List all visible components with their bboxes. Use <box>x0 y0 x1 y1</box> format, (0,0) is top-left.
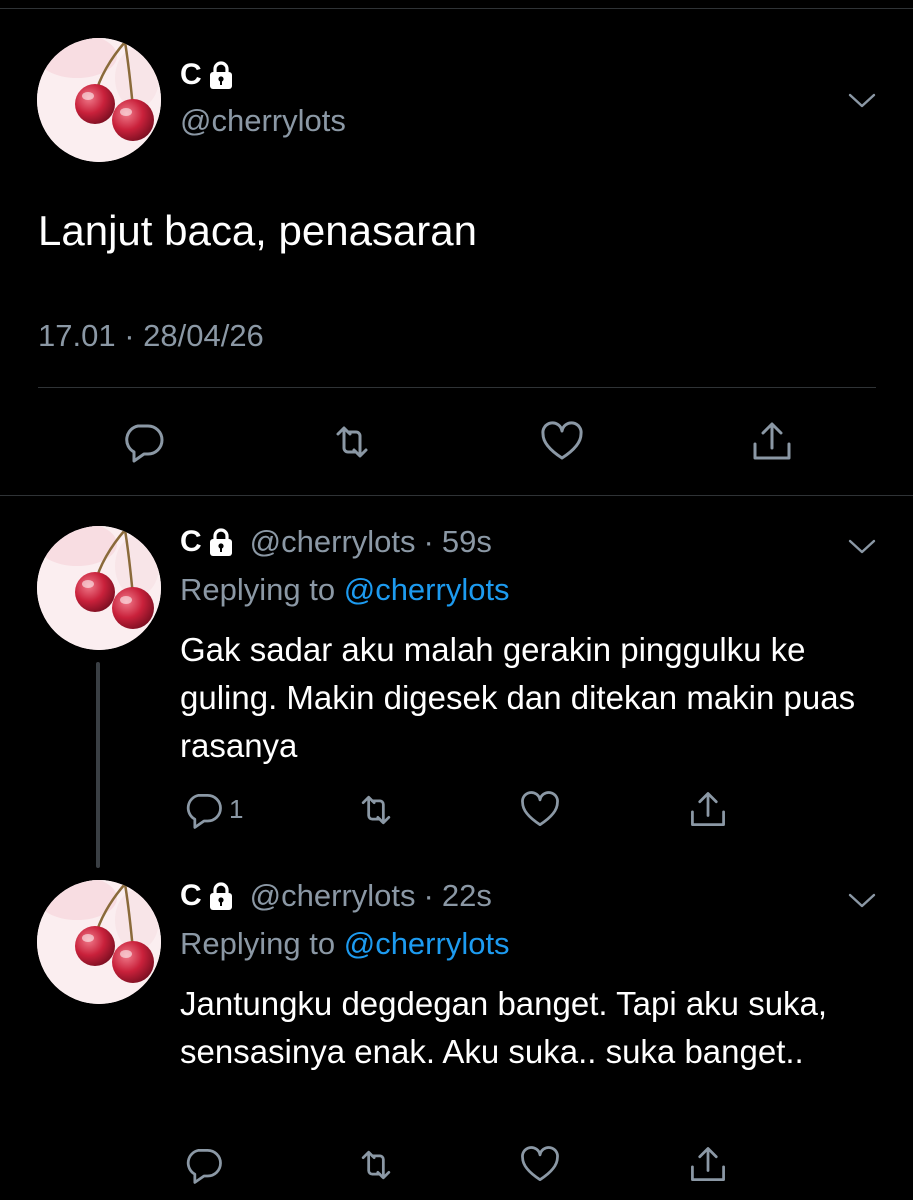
thread-line <box>96 662 100 868</box>
lock-icon <box>208 60 234 90</box>
divider <box>38 387 876 388</box>
replying-to: Replying to @cherrylots <box>180 926 510 962</box>
author-name-row: C <box>180 58 234 92</box>
chevron-down-icon[interactable] <box>847 892 877 910</box>
reply-count: 1 <box>229 794 244 824</box>
avatar[interactable] <box>37 880 161 1004</box>
like-icon[interactable] <box>538 418 586 466</box>
chevron-down-icon[interactable] <box>847 538 877 556</box>
author-handle[interactable]: @cherrylots <box>180 103 346 139</box>
replying-to-label: Replying to <box>180 572 336 607</box>
retweet-icon[interactable] <box>328 418 376 466</box>
retweet-icon[interactable] <box>354 788 398 832</box>
reply-header: C @cherrylots · 59s <box>180 524 492 560</box>
lock-icon <box>208 527 234 557</box>
share-icon[interactable] <box>686 1143 730 1187</box>
replying-to-mention[interactable]: @cherrylots <box>344 926 510 961</box>
display-name[interactable]: C <box>180 525 202 559</box>
reply-icon[interactable] <box>182 1143 226 1187</box>
display-name[interactable]: C <box>180 58 202 92</box>
chevron-down-icon[interactable] <box>847 92 877 110</box>
tweet-text: Jantungku degdegan banget. Tapi aku suka… <box>180 985 828 1070</box>
share-icon[interactable] <box>748 418 796 466</box>
tweet-text: Gak sadar aku malah gerakin pinggulku ke… <box>180 631 856 764</box>
reply-tweet[interactable]: C @cherrylots · 22s Replying to @cherryl… <box>0 878 913 1200</box>
reply-icon[interactable] <box>182 788 226 832</box>
reply-header: C @cherrylots · 22s <box>180 878 492 914</box>
share-icon[interactable] <box>686 788 730 832</box>
separator: · <box>423 524 434 559</box>
avatar[interactable] <box>37 38 161 162</box>
reply-icon[interactable] <box>120 418 168 466</box>
cherries-avatar-icon <box>37 38 161 162</box>
display-name[interactable]: C <box>180 879 202 913</box>
main-tweet: C @cherrylots Lanjut baca, penasaran 17.… <box>0 0 913 495</box>
replying-to-label: Replying to <box>180 926 336 961</box>
tweet-time[interactable]: 59s <box>442 524 492 560</box>
avatar[interactable] <box>37 526 161 650</box>
author-handle[interactable]: @cherrylots <box>250 878 416 914</box>
tweet-timestamp: 17.01 · 28/04/26 <box>38 318 264 353</box>
author-handle[interactable]: @cherrylots <box>250 524 416 560</box>
like-icon[interactable] <box>518 788 562 832</box>
reply-tweet[interactable]: C @cherrylots · 59s Replying to @cherryl… <box>0 524 913 856</box>
replying-to: Replying to @cherrylots <box>180 572 510 608</box>
replying-to-mention[interactable]: @cherrylots <box>344 572 510 607</box>
tweet-text: Lanjut baca, penasaran <box>38 207 478 254</box>
divider <box>0 495 913 496</box>
cherries-avatar-icon <box>37 880 161 1004</box>
like-icon[interactable] <box>518 1143 562 1187</box>
cherries-avatar-icon <box>37 526 161 650</box>
tweet-time[interactable]: 22s <box>442 878 492 914</box>
separator: · <box>423 878 434 913</box>
retweet-icon[interactable] <box>354 1143 398 1187</box>
lock-icon <box>208 881 234 911</box>
